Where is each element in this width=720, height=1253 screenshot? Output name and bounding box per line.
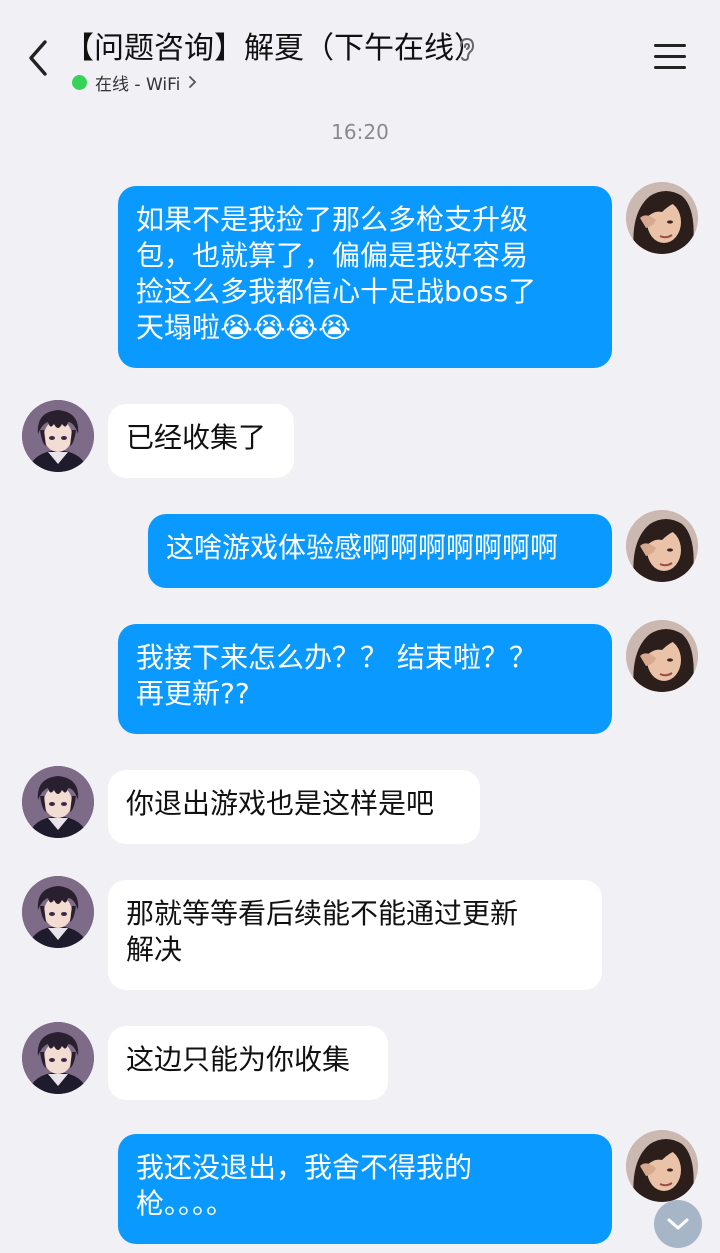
back-button[interactable] (18, 32, 58, 84)
user-avatar[interactable] (626, 510, 698, 582)
online-dot-icon (72, 74, 87, 90)
agent-avatar[interactable] (22, 766, 94, 838)
message-bubble-sent[interactable]: 我还没退出，我舍不得我的 枪。。。。 (118, 1134, 612, 1244)
chat-header: 【问题咨询】解夏（下午在线） 在线 - WiFi (0, 0, 720, 108)
status-text: 在线 - WiFi (95, 74, 181, 95)
message-bubble-received[interactable]: 那就等等看后续能不能通过更新 解决 (108, 880, 602, 990)
menu-button[interactable] (652, 40, 688, 72)
chat-title[interactable]: 【问题咨询】解夏（下午在线） (64, 30, 484, 68)
chevron-left-icon (29, 40, 47, 76)
message-bubble-received[interactable]: 这边只能为你收集 (108, 1026, 388, 1100)
message-timestamp: 16:20 (331, 120, 389, 144)
menu-icon-bar (654, 55, 686, 58)
message-bubble-sent[interactable]: 如果不是我捡了那么多枪支升级 包，也就算了，偏偏是我好容易 捡这么多我都信心十足… (118, 186, 612, 368)
connection-status[interactable]: 在线 - WiFi (72, 70, 197, 95)
message-bubble-sent[interactable]: 这啥游戏体验感啊啊啊啊啊啊啊 (148, 514, 612, 588)
chevron-down-icon (667, 1218, 689, 1230)
menu-icon-bar (654, 44, 686, 47)
ear-icon[interactable] (456, 36, 478, 62)
agent-avatar[interactable] (22, 876, 94, 948)
message-bubble-received[interactable]: 你退出游戏也是这样是吧 (108, 770, 480, 844)
agent-avatar[interactable] (22, 400, 94, 472)
user-avatar[interactable] (626, 620, 698, 692)
message-bubble-received[interactable]: 已经收集了 (108, 404, 294, 478)
menu-icon-bar (654, 66, 686, 69)
scroll-to-bottom-button[interactable] (654, 1200, 702, 1248)
user-avatar[interactable] (626, 182, 698, 254)
agent-avatar[interactable] (22, 1022, 94, 1094)
user-avatar[interactable] (626, 1130, 698, 1202)
message-bubble-sent[interactable]: 我接下来怎么办？？ 结束啦？？ 再更新?? (118, 624, 612, 734)
chevron-right-icon (189, 76, 197, 88)
